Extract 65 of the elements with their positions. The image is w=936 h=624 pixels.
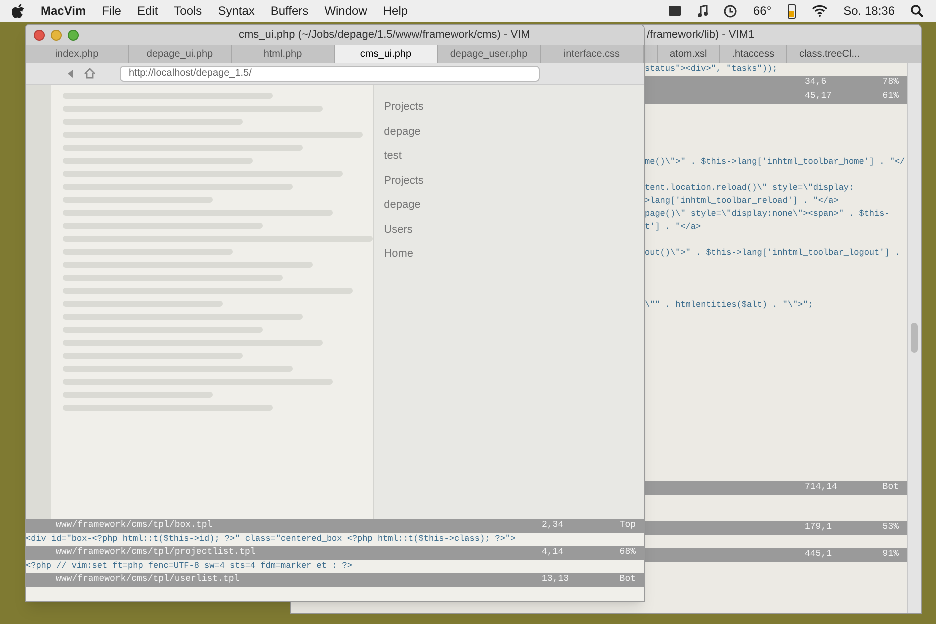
music-note-icon[interactable] [698,4,708,18]
menu-item[interactable]: Tools [174,2,202,20]
scroll-percent: Bot [618,573,636,586]
editor-tab[interactable]: atom.xsl [657,45,720,63]
scrollbar-track[interactable] [907,63,921,613]
code-line: \"" . htmlentities($alt) . "\">"; [645,299,814,312]
sidebar-item[interactable]: test [384,148,644,164]
cursor-position: 179,1 [805,521,834,534]
scroll-percent: 61% [882,90,899,104]
back-arrow-icon[interactable] [66,68,76,78]
code-line: tent.location.reload()\" style=\"display: [645,182,854,195]
sidebar-item[interactable]: depage [384,124,644,140]
sidebar-item[interactable]: Projects [384,172,644,189]
cursor-position: 2,34 [542,519,565,532]
code-line: >lang['inhtml_toolbar_reload'] . "</a> [645,195,839,208]
menu-item[interactable]: Buffers [270,2,309,20]
menu-item[interactable]: Window [324,2,368,20]
menu-item[interactable]: Edit [137,2,158,20]
scroll-percent: Top [618,519,636,532]
window-title: cms_ui.php (~/Jobs/depage/1.5/www/framework/cms) - VIM [239,28,530,43]
code-line: t'] . "</a> [645,221,702,234]
cursor-position: 4,14 [542,546,565,560]
scroll-percent: 78% [882,76,899,90]
apple-logo-icon[interactable] [12,4,25,18]
scroll-percent: 91% [882,548,899,562]
menu-item[interactable]: File [102,2,122,20]
cursor-position: 45,17 [805,90,834,104]
app-menu[interactable]: MacVim [41,2,86,20]
editor-tab[interactable]: cms_ui.php [335,45,438,63]
sidebar-item[interactable]: Home [384,246,644,262]
menu-clock[interactable]: So. 18:36 [844,2,895,20]
window-title: /framework/lib) - VIM1 [647,28,755,43]
menu-item[interactable]: Help [383,2,408,20]
clock-icon[interactable] [724,4,738,18]
home-icon[interactable] [84,68,96,79]
scroll-percent: Bot [882,481,899,494]
code-line: out()\">" . $this->lang['inhtml_toolbar_logout'] . [645,247,900,260]
code-line: status"><div>", "tasks")); [645,63,778,76]
code-line: <div id="box-<?php html::t($this->id); ?>" class="centered_box <?php html::t($this->class); ?>"> [26,533,516,546]
status-file-path: www/framework/cms/tpl/box.tpl [55,519,213,532]
sidebar-item[interactable]: Users [384,222,644,238]
sidebar-item[interactable]: Projects [384,99,644,116]
code-line: me()\">" . $this->lang['inhtml_toolbar_home'] . "</ [645,156,906,169]
url-field[interactable]: http://localhost/depage_1.5/ [120,66,540,82]
editor-tab[interactable]: .htaccess [719,45,786,63]
close-light-icon[interactable] [34,30,45,40]
code-line: <?php // vim:set ft=php fenc=UTF-8 sw=4 sts=4 fdm=marker et : ?> [26,560,352,573]
status-file-path: www/framework/cms/tpl/projectlist.tpl [55,546,256,560]
cursor-position: 13,13 [542,573,570,586]
editor-tab[interactable]: class.treeCl... [786,45,872,63]
menu-item[interactable]: Syntax [218,2,255,20]
cursor-position: 34,6 [805,76,828,90]
zoom-light-icon[interactable] [68,30,79,40]
search-icon[interactable] [911,4,924,18]
cursor-position: 445,1 [805,548,834,562]
status-file-path: www/framework/cms/tpl/userlist.tpl [55,573,240,586]
sidebar-item[interactable]: depage [384,197,644,214]
code-line: page()\" style=\"display:none\"><span>" . $this- [645,208,890,221]
cursor-position: 714,14 [805,481,838,494]
battery-icon[interactable] [788,4,796,18]
scroll-percent: 68% [618,546,636,560]
wifi-icon[interactable] [812,5,828,17]
temperature-reading[interactable]: 66° [753,2,772,20]
scrollbar-thumb[interactable] [911,323,918,353]
scroll-percent: 53% [882,521,899,534]
